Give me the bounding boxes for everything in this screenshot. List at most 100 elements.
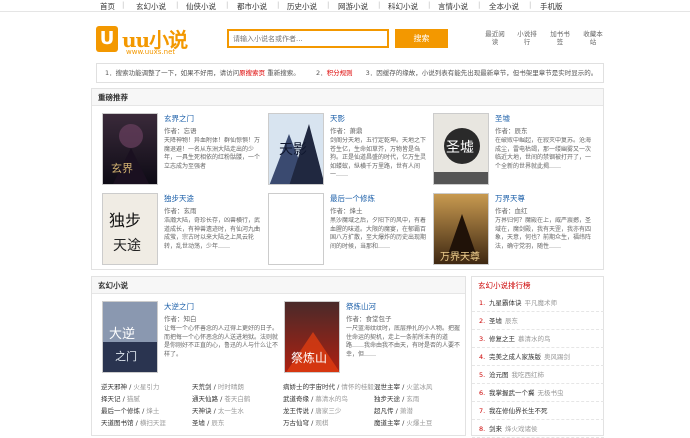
svg-text:大逆: 大逆 <box>109 326 135 342</box>
quicklink-recent[interactable]: 最近阅读 <box>484 30 506 46</box>
nav-lishi[interactable]: 历史小说 <box>287 1 317 12</box>
list-item[interactable]: 超凡传 / 萧潜 <box>374 405 413 415</box>
svg-text:祭炼山: 祭炼山 <box>291 350 327 365</box>
book-author: 作者：辰东 <box>495 127 528 135</box>
book-cover[interactable]: 祭炼山 <box>284 301 340 373</box>
book-title[interactable]: 独步天途 <box>164 193 194 204</box>
quicklink-ranking[interactable]: 小说排行 <box>516 30 538 46</box>
nav-sep: | <box>529 1 532 9</box>
nav-wangyou[interactable]: 网游小说 <box>338 1 368 12</box>
book-author: 作者：萧鼎 <box>330 127 363 135</box>
svg-text:天途: 天途 <box>113 237 141 254</box>
list-item[interactable]: 最后一个修炼 / 烽土 <box>101 405 159 415</box>
list-item[interactable]: 万古仙穹 / 观棋 <box>283 417 328 427</box>
book-title[interactable]: 圣墟 <box>495 113 510 124</box>
ranking-item[interactable]: 4. 完美之成人家族版 奥风踢剑 <box>472 348 604 366</box>
ranking-item[interactable]: 7. 我在修仙界长生不死 <box>472 402 604 420</box>
book-card[interactable]: 祭炼山 祭炼山河 作者：食堂包子 一尺蓝海纹纹时，底层挣扎的小人物。把握住命运的… <box>284 301 464 373</box>
list-item[interactable]: 独步天途 / 玄雨 <box>374 393 419 403</box>
book-author: 作者：玄雨 <box>164 207 197 215</box>
list-item[interactable]: 通天仙路 / 苍天白鹤 <box>192 393 250 403</box>
book-title[interactable]: 万界天尊 <box>495 193 525 204</box>
notice-link-search[interactable]: 原搜索页 <box>239 69 265 77</box>
book-card[interactable]: 最后一个修炼 作者：烽土 黑沙魔域之后，夕阳下的风中，有着血腥的味道。大限的魔宴… <box>268 193 434 265</box>
svg-text:天影: 天影 <box>279 142 307 158</box>
svg-text:玄界: 玄界 <box>111 161 133 175</box>
book-cover[interactable]: 大逆 之门 <box>102 301 158 373</box>
notice-text: 1．搜索功能调整了一下，如果不好用，请访问 <box>105 69 240 77</box>
book-desc: 黑沙魔域之后，夕阳下的风中，有着血腥的味道。大限的魔宴，在郁霸百国八方扩散，至大… <box>330 217 427 250</box>
nav-xuanhuan[interactable]: 玄幻小说 <box>136 1 166 12</box>
nav-sep: | <box>378 1 381 9</box>
book-cover[interactable] <box>268 193 324 265</box>
book-author: 作者：烽土 <box>330 207 363 215</box>
book-title[interactable]: 最后一个修炼 <box>330 193 375 204</box>
list-item[interactable]: 逆天邪神 / 火星引力 <box>101 381 159 391</box>
book-title[interactable]: 天影 <box>330 113 345 124</box>
list-item[interactable]: 魔道主宰 / 火爆土豆 <box>374 417 432 427</box>
book-card[interactable]: 大逆 之门 大逆之门 作者：知白 让每一个心怀善念的人过得上更好的日子。而把每一个… <box>102 301 282 373</box>
book-card[interactable]: 万界天尊 万界天尊 作者：血红 万界归何？魔殿在上，威严震撼，圣域在，魔剑殿，我… <box>433 193 599 265</box>
xuanhuan-panel: 玄幻小说 大逆 之门 大逆之门 作者：知白 让每一个心怀善念的人过得上更好的日子。… <box>91 276 466 436</box>
book-desc: 天降神物！异血附体！群仙惊惧！万魔退避！一名从东洲大陆走出的少年，一具生死相依的… <box>164 137 261 170</box>
ranking-item[interactable]: 1. 九星霸体诀 平凡魔术师 <box>472 294 604 312</box>
site-logo[interactable]: U uu小说 www.uuxs.net <box>96 26 200 56</box>
book-title[interactable]: 祭炼山河 <box>346 301 376 312</box>
nav-xianxia[interactable]: 仙侠小说 <box>186 1 216 12</box>
book-title[interactable]: 大逆之门 <box>164 301 194 312</box>
book-card[interactable]: 独步 天途 独步天途 作者：玄雨 浩瀚大陆，奇珍长存，凶兽横行，武道成长，有神兽遗… <box>102 193 268 265</box>
book-cover[interactable]: 玄界 <box>102 113 158 185</box>
nav-mobile[interactable]: 手机版 <box>540 1 563 12</box>
list-item[interactable]: 天荒剑 / 时时晴朗 <box>192 381 244 391</box>
ranking-item[interactable]: 5. 沧元图 我吃西红柿 <box>472 366 604 384</box>
book-cover[interactable]: 万界天尊 <box>433 193 489 265</box>
book-title[interactable]: 玄界之门 <box>164 113 194 124</box>
list-item[interactable]: 龙王传说 / 唐家三少 <box>283 405 341 415</box>
book-card[interactable]: 玄界 玄界之门 作者：忘语 天降神物！异血附体！群仙惊惧！万魔退避！一名从东洲大… <box>102 113 268 185</box>
nav-quanben[interactable]: 全本小说 <box>489 1 519 12</box>
nav-sep: | <box>327 1 330 9</box>
book-desc: 万界归何？魔殿在上，威严震撼，圣域在，魔剑殿，我有天罡，我亦有四象，天意，何也？… <box>495 217 592 250</box>
ranking-item[interactable]: 2. 圣墟 辰东 <box>472 312 604 330</box>
nav-home[interactable]: 首页 <box>100 1 115 12</box>
book-cover[interactable]: 天影 <box>268 113 324 185</box>
ranking-item[interactable]: 8. 剑来 烽火戏诸侯 <box>472 420 604 438</box>
search-button[interactable]: 搜索 <box>395 29 448 48</box>
nav-sep: | <box>277 1 280 9</box>
list-item[interactable]: 圣墟 / 辰东 <box>192 417 224 427</box>
book-author: 作者：知白 <box>164 315 197 323</box>
notice-link-points[interactable]: 积分规则 <box>327 69 353 77</box>
book-card[interactable]: 圣墟 圣墟 作者：辰东 在破败中崛起，在寂灭中复苏。沧海成尘，雷电枯竭，那一缕幽… <box>433 113 599 185</box>
quicklink-favorite[interactable]: 收藏本站 <box>582 30 604 46</box>
quicklink-bookmark[interactable]: 加书书签 <box>549 30 571 46</box>
logo-url: www.uuxs.net <box>126 48 176 56</box>
nav-kehuan[interactable]: 科幻小说 <box>388 1 418 12</box>
book-author: 作者：食堂包子 <box>346 315 392 323</box>
nav-sep: | <box>428 1 431 9</box>
notice-text: 重新搜索。 <box>267 69 297 77</box>
list-item[interactable]: 择天记 / 猫腻 <box>101 393 140 403</box>
ranking-title: 玄幻小说排行榜 <box>472 277 603 294</box>
ranking-item[interactable]: 3. 修复之王 慕清水的鸟 <box>472 330 604 348</box>
featured-panel: 重磅推荐 玄界 玄界之门 作者：忘语 天降神物！异血附体！群仙惊惧！万魔退避！一… <box>91 88 604 270</box>
nav-dushi[interactable]: 都市小说 <box>237 1 267 12</box>
nav-yanqing[interactable]: 言情小说 <box>438 1 468 12</box>
book-desc: 剑阁分天地，五行定乾坤。天地之下苍生亿，生命如草芥，万物皆是刍狗。正是仙道昌盛的… <box>330 137 427 179</box>
nav-sep: | <box>176 1 179 9</box>
list-item[interactable]: 病娇士的宇宙时代 / 情怀的桂毅 <box>283 381 374 391</box>
book-cover[interactable]: 独步 天途 <box>102 193 158 265</box>
list-item[interactable]: 天神诀 / 太一生水 <box>192 405 244 415</box>
search-input[interactable] <box>227 29 389 48</box>
notice-text: 2． <box>315 69 327 77</box>
xuanhuan-title: 玄幻小说 <box>92 277 465 294</box>
list-item[interactable]: 天道图书馆 / 横扫天涯 <box>101 417 166 427</box>
ranking-item[interactable]: 6. 我掌握武一个冀 无极书虫 <box>472 384 604 402</box>
book-desc: 一尺蓝海纹纹时，底层挣扎的小人物。把握住命运的契机，走上一条前所未有的道路……我… <box>346 325 461 358</box>
list-item[interactable]: 混世主宰 / 火蓝冰风 <box>374 381 432 391</box>
book-cover[interactable]: 圣墟 <box>433 113 489 185</box>
book-card[interactable]: 天影 天影 作者：萧鼎 剑阁分天地，五行定乾坤。天地之下苍生亿，生命如草芥，万物… <box>268 113 434 185</box>
list-item[interactable]: 武道奇缘 / 慕清水的鸟 <box>283 393 348 403</box>
nav-sep: | <box>226 1 229 9</box>
top-nav: 首页 | 玄幻小说 | 仙侠小说 | 都市小说 | 历史小说 | 网游小说 | … <box>0 0 690 12</box>
nav-sep: | <box>122 1 125 9</box>
